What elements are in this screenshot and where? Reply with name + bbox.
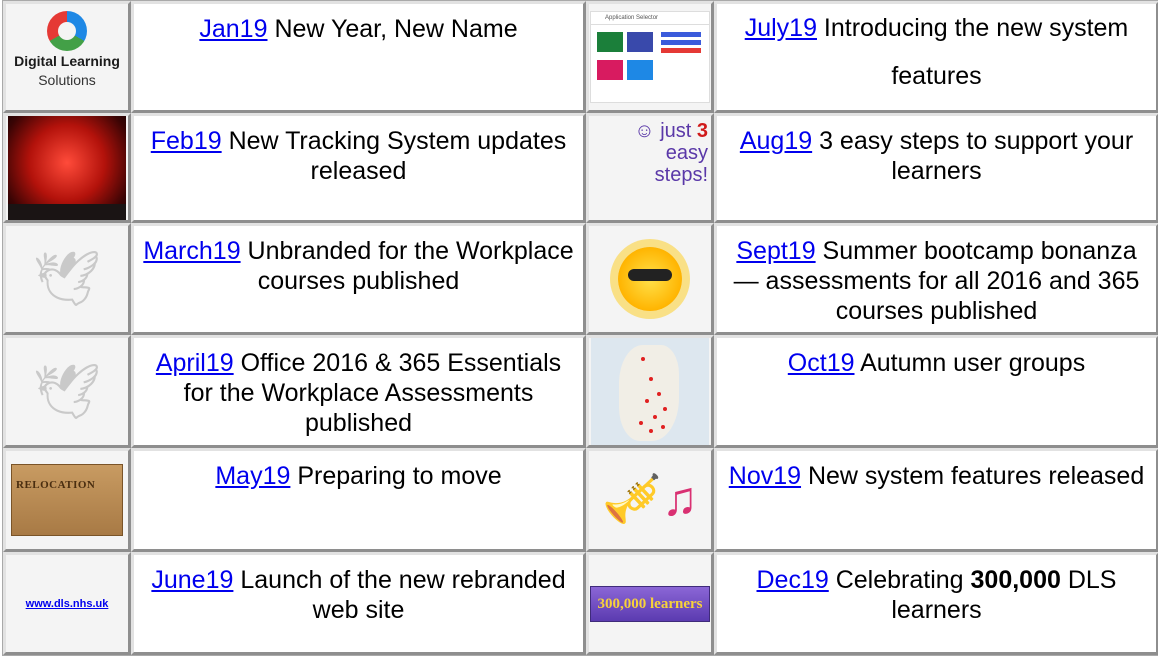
stick-figure-image: ☺ just 3 easy steps! xyxy=(590,120,710,216)
thumb-cell-july19: Application Selector xyxy=(586,1,714,113)
entry-text-bold: 300,000 xyxy=(970,566,1061,594)
logo-cell: Digital Learning Solutions xyxy=(3,1,131,113)
link-nov19[interactable]: Nov19 xyxy=(729,462,801,490)
thumb-cell-may19: RELOCATION xyxy=(3,448,131,552)
tile-icon xyxy=(627,32,653,52)
link-dec19[interactable]: Dec19 xyxy=(757,566,829,594)
entry-text: New Tracking System updates released xyxy=(221,127,567,185)
thumb-cell-dec19: 300,000 learners xyxy=(586,552,714,655)
entry-may19: May19 Preparing to move xyxy=(131,448,586,552)
entry-dec19: Dec19 Celebrating 300,000 DLS learners xyxy=(714,552,1158,655)
uk-map-image xyxy=(591,338,709,445)
entry-text: New Year, New Name xyxy=(267,15,518,43)
stork-icon: 🕊 xyxy=(32,249,102,309)
entry-text: Autumn user groups xyxy=(854,349,1086,377)
link-june19[interactable]: June19 xyxy=(151,566,233,594)
thumb-cell-march19: 🕊 xyxy=(3,223,131,335)
entry-text: 3 easy steps to support your learners xyxy=(812,127,1134,185)
entry-text: Introducing the new system features xyxy=(816,14,1129,90)
entry-march19: March19 Unbranded for the Workplace cour… xyxy=(131,223,586,335)
entry-feb19: Feb19 New Tracking System updates releas… xyxy=(131,113,586,223)
entry-nov19: Nov19 New system features released xyxy=(714,448,1158,552)
entry-aug19: Aug19 3 easy steps to support your learn… xyxy=(714,113,1158,223)
entry-sept19: Sept19 Summer bootcamp bonanza — assessm… xyxy=(714,223,1158,335)
thumb-cell-june19: www.dls.nhs.uk xyxy=(3,552,131,655)
entry-text-pre: Celebrating xyxy=(828,566,971,594)
list-bar xyxy=(661,32,701,37)
entry-text: Office 2016 & 365 Essentials for the Wor… xyxy=(183,349,562,437)
entry-text: Preparing to move xyxy=(290,462,502,490)
list-bar xyxy=(661,40,701,45)
entry-text: Launch of the new rebranded web site xyxy=(233,566,566,624)
music-trumpet-icon: 🎺♫ xyxy=(602,473,698,526)
stick-line2: easy xyxy=(665,142,708,164)
stick-line1: just xyxy=(660,120,692,142)
link-feb19[interactable]: Feb19 xyxy=(151,127,222,155)
logo-title: Digital Learning xyxy=(14,53,120,69)
relocation-box-image: RELOCATION xyxy=(11,464,123,536)
thumb-cell-feb19 xyxy=(3,113,131,223)
newsletter-grid: Digital Learning Solutions Jan19 New Yea… xyxy=(2,0,1158,656)
smiley-icon: ☺ xyxy=(634,120,655,142)
link-jan19[interactable]: Jan19 xyxy=(199,15,267,43)
link-march19[interactable]: March19 xyxy=(143,237,240,265)
entry-june19: June19 Launch of the new rebranded web s… xyxy=(131,552,586,655)
sun-sunglasses-icon xyxy=(618,247,682,311)
dls-website-link[interactable]: www.dls.nhs.uk xyxy=(26,598,109,610)
dls-logo-icon xyxy=(47,11,87,51)
entry-text: Unbranded for the Workplace courses publ… xyxy=(240,237,574,295)
entry-july19: July19 Introducing the new system featur… xyxy=(714,1,1158,113)
logo-subtitle: Solutions xyxy=(38,72,96,88)
thumb-cell-sept19 xyxy=(586,223,714,335)
link-may19[interactable]: May19 xyxy=(215,462,290,490)
dls-logo: Digital Learning Solutions xyxy=(8,9,126,105)
box-label: RELOCATION xyxy=(16,479,96,491)
entry-oct19: Oct19 Autumn user groups xyxy=(714,335,1158,448)
app-selector-title: Application Selector xyxy=(591,12,709,25)
entry-text: New system features released xyxy=(801,462,1145,490)
list-bar xyxy=(661,48,701,53)
link-aug19[interactable]: Aug19 xyxy=(740,127,812,155)
entry-april19: April19 Office 2016 & 365 Essentials for… xyxy=(131,335,586,448)
learners-banner: 300,000 learners xyxy=(590,585,710,622)
thumb-cell-oct19 xyxy=(586,335,714,448)
stick-number: 3 xyxy=(696,120,708,142)
link-april19[interactable]: April19 xyxy=(156,349,234,377)
thumb-cell-nov19: 🎺♫ xyxy=(586,448,714,552)
tile-icon xyxy=(597,60,623,80)
app-selector-screenshot: Application Selector xyxy=(590,11,710,103)
stick-line3: steps! xyxy=(654,164,708,186)
tile-icon xyxy=(627,60,653,80)
link-sept19[interactable]: Sept19 xyxy=(736,237,815,265)
tile-icon xyxy=(597,32,623,52)
link-july19[interactable]: July19 xyxy=(745,14,817,42)
thumb-cell-aug19: ☺ just 3 easy steps! xyxy=(586,113,714,223)
entry-jan19: Jan19 New Year, New Name xyxy=(131,1,586,113)
link-oct19[interactable]: Oct19 xyxy=(788,349,855,377)
thumb-cell-april19: 🕊 xyxy=(3,335,131,448)
theatre-curtain-image xyxy=(8,116,126,220)
stork-icon: 🕊 xyxy=(32,361,102,422)
